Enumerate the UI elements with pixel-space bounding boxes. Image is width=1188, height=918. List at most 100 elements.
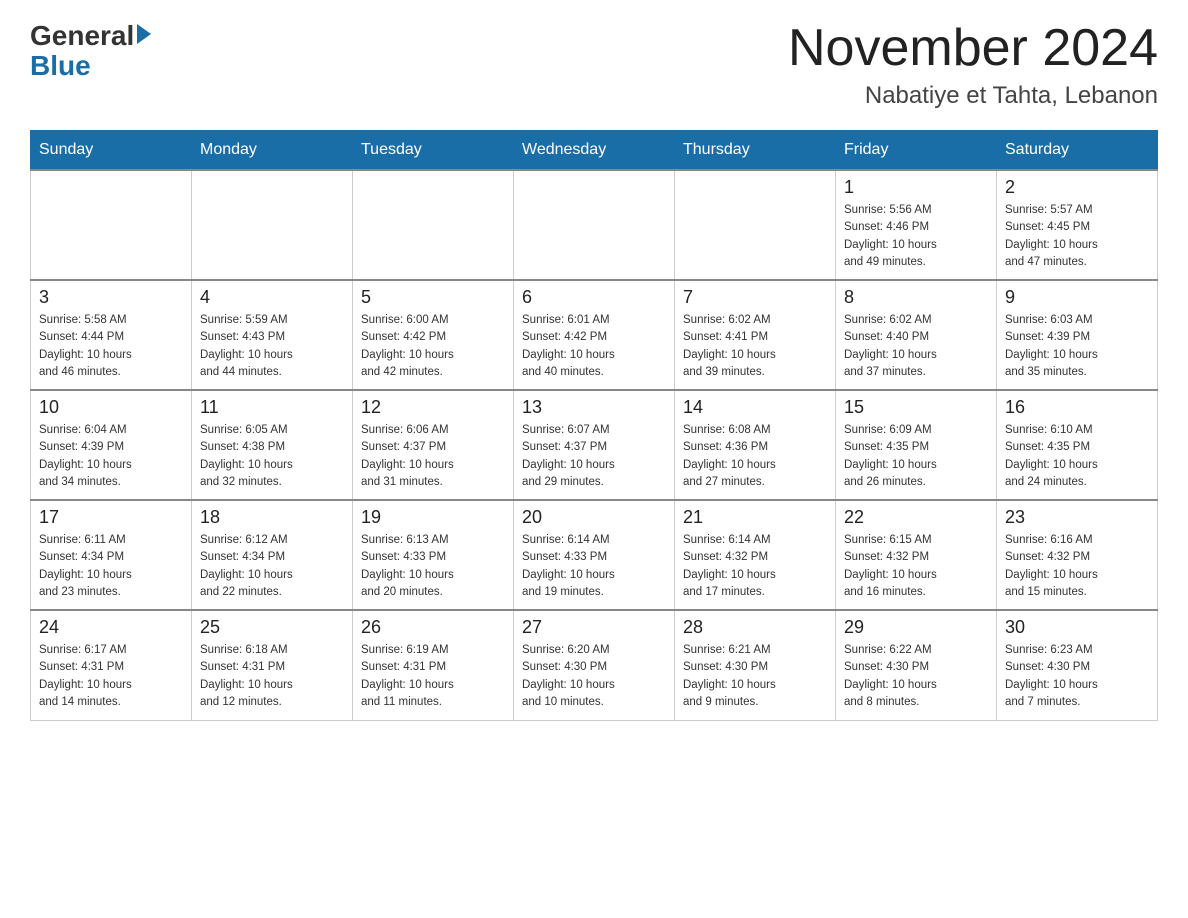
day-sun-info: Sunrise: 6:00 AM Sunset: 4:42 PM Dayligh… [361, 312, 505, 381]
page-header: General Blue November 2024 Nabatiye et T… [30, 20, 1158, 110]
calendar-cell: 21 Sunrise: 6:14 AM Sunset: 4:32 PM Dayli… [675, 500, 836, 610]
day-number: 15 [844, 397, 988, 418]
calendar-week-row: 24 Sunrise: 6:17 AM Sunset: 4:31 PM Dayli… [31, 610, 1158, 720]
calendar-cell [192, 170, 353, 280]
calendar-cell: 2 Sunrise: 5:57 AM Sunset: 4:45 PM Daylig… [997, 170, 1158, 280]
calendar-cell: 28 Sunrise: 6:21 AM Sunset: 4:30 PM Dayli… [675, 610, 836, 720]
day-number: 23 [1005, 507, 1149, 528]
calendar-cell [31, 170, 192, 280]
calendar-cell: 19 Sunrise: 6:13 AM Sunset: 4:33 PM Dayli… [353, 500, 514, 610]
calendar-cell: 9 Sunrise: 6:03 AM Sunset: 4:39 PM Daylig… [997, 280, 1158, 390]
calendar-week-row: 10 Sunrise: 6:04 AM Sunset: 4:39 PM Dayli… [31, 390, 1158, 500]
day-sun-info: Sunrise: 6:21 AM Sunset: 4:30 PM Dayligh… [683, 642, 827, 711]
day-number: 5 [361, 287, 505, 308]
main-title: November 2024 [788, 20, 1158, 77]
logo-arrow-icon [137, 24, 151, 44]
day-number: 8 [844, 287, 988, 308]
logo-general-text: General [30, 20, 134, 52]
day-sun-info: Sunrise: 6:19 AM Sunset: 4:31 PM Dayligh… [361, 642, 505, 711]
day-sun-info: Sunrise: 6:12 AM Sunset: 4:34 PM Dayligh… [200, 532, 344, 601]
day-of-week-header: Monday [192, 131, 353, 171]
day-sun-info: Sunrise: 6:15 AM Sunset: 4:32 PM Dayligh… [844, 532, 988, 601]
calendar-cell: 6Sunrise: 6:01 AM Sunset: 4:42 PM Daylig… [514, 280, 675, 390]
calendar-cell: 11 Sunrise: 6:05 AM Sunset: 4:38 PM Dayli… [192, 390, 353, 500]
calendar-cell: 5 Sunrise: 6:00 AM Sunset: 4:42 PM Daylig… [353, 280, 514, 390]
calendar-cell: 17 Sunrise: 6:11 AM Sunset: 4:34 PM Dayli… [31, 500, 192, 610]
calendar-cell: 1 Sunrise: 5:56 AM Sunset: 4:46 PM Daylig… [836, 170, 997, 280]
day-sun-info: Sunrise: 6:06 AM Sunset: 4:37 PM Dayligh… [361, 422, 505, 491]
day-number: 16 [1005, 397, 1149, 418]
day-number: 7 [683, 287, 827, 308]
logo-blue-text: Blue [30, 50, 91, 82]
day-sun-info: Sunrise: 5:57 AM Sunset: 4:45 PM Dayligh… [1005, 202, 1149, 271]
calendar-cell: 26Sunrise: 6:19 AM Sunset: 4:31 PM Dayli… [353, 610, 514, 720]
day-sun-info: Sunrise: 6:20 AM Sunset: 4:30 PM Dayligh… [522, 642, 666, 711]
day-number: 3 [39, 287, 183, 308]
day-number: 12 [361, 397, 505, 418]
day-number: 29 [844, 617, 988, 638]
calendar-cell: 22 Sunrise: 6:15 AM Sunset: 4:32 PM Dayli… [836, 500, 997, 610]
day-number: 24 [39, 617, 183, 638]
day-sun-info: Sunrise: 6:10 AM Sunset: 4:35 PM Dayligh… [1005, 422, 1149, 491]
day-sun-info: Sunrise: 6:01 AM Sunset: 4:42 PM Dayligh… [522, 312, 666, 381]
calendar-header-row: SundayMondayTuesdayWednesdayThursdayFrid… [31, 131, 1158, 171]
calendar-week-row: 3Sunrise: 5:58 AM Sunset: 4:44 PM Daylig… [31, 280, 1158, 390]
day-sun-info: Sunrise: 6:05 AM Sunset: 4:38 PM Dayligh… [200, 422, 344, 491]
calendar-cell: 13 Sunrise: 6:07 AM Sunset: 4:37 PM Dayli… [514, 390, 675, 500]
day-sun-info: Sunrise: 6:02 AM Sunset: 4:40 PM Dayligh… [844, 312, 988, 381]
calendar-cell: 20Sunrise: 6:14 AM Sunset: 4:33 PM Dayli… [514, 500, 675, 610]
day-sun-info: Sunrise: 6:16 AM Sunset: 4:32 PM Dayligh… [1005, 532, 1149, 601]
calendar-cell: 8 Sunrise: 6:02 AM Sunset: 4:40 PM Daylig… [836, 280, 997, 390]
day-number: 22 [844, 507, 988, 528]
day-sun-info: Sunrise: 6:08 AM Sunset: 4:36 PM Dayligh… [683, 422, 827, 491]
calendar-cell [675, 170, 836, 280]
day-sun-info: Sunrise: 5:56 AM Sunset: 4:46 PM Dayligh… [844, 202, 988, 271]
day-number: 21 [683, 507, 827, 528]
calendar-cell: 15Sunrise: 6:09 AM Sunset: 4:35 PM Dayli… [836, 390, 997, 500]
day-of-week-header: Thursday [675, 131, 836, 171]
day-number: 17 [39, 507, 183, 528]
day-sun-info: Sunrise: 6:02 AM Sunset: 4:41 PM Dayligh… [683, 312, 827, 381]
day-sun-info: Sunrise: 6:18 AM Sunset: 4:31 PM Dayligh… [200, 642, 344, 711]
day-number: 19 [361, 507, 505, 528]
calendar-cell: 16 Sunrise: 6:10 AM Sunset: 4:35 PM Dayli… [997, 390, 1158, 500]
day-sun-info: Sunrise: 6:22 AM Sunset: 4:30 PM Dayligh… [844, 642, 988, 711]
calendar-cell: 7 Sunrise: 6:02 AM Sunset: 4:41 PM Daylig… [675, 280, 836, 390]
day-number: 25 [200, 617, 344, 638]
day-number: 18 [200, 507, 344, 528]
day-sun-info: Sunrise: 6:07 AM Sunset: 4:37 PM Dayligh… [522, 422, 666, 491]
day-number: 2 [1005, 177, 1149, 198]
day-sun-info: Sunrise: 6:23 AM Sunset: 4:30 PM Dayligh… [1005, 642, 1149, 711]
calendar-week-row: 1 Sunrise: 5:56 AM Sunset: 4:46 PM Daylig… [31, 170, 1158, 280]
calendar-cell: 14 Sunrise: 6:08 AM Sunset: 4:36 PM Dayli… [675, 390, 836, 500]
day-sun-info: Sunrise: 6:04 AM Sunset: 4:39 PM Dayligh… [39, 422, 183, 491]
calendar-cell: 12 Sunrise: 6:06 AM Sunset: 4:37 PM Dayli… [353, 390, 514, 500]
day-of-week-header: Friday [836, 131, 997, 171]
day-of-week-header: Tuesday [353, 131, 514, 171]
day-sun-info: Sunrise: 6:11 AM Sunset: 4:34 PM Dayligh… [39, 532, 183, 601]
calendar-cell: 30 Sunrise: 6:23 AM Sunset: 4:30 PM Dayli… [997, 610, 1158, 720]
calendar-table: SundayMondayTuesdayWednesdayThursdayFrid… [30, 130, 1158, 721]
day-sun-info: Sunrise: 6:17 AM Sunset: 4:31 PM Dayligh… [39, 642, 183, 711]
day-number: 10 [39, 397, 183, 418]
day-of-week-header: Saturday [997, 131, 1158, 171]
day-of-week-header: Wednesday [514, 131, 675, 171]
day-sun-info: Sunrise: 6:13 AM Sunset: 4:33 PM Dayligh… [361, 532, 505, 601]
calendar-cell: 29 Sunrise: 6:22 AM Sunset: 4:30 PM Dayli… [836, 610, 997, 720]
calendar-cell [514, 170, 675, 280]
day-number: 9 [1005, 287, 1149, 308]
day-number: 13 [522, 397, 666, 418]
day-number: 11 [200, 397, 344, 418]
location-subtitle: Nabatiye et Tahta, Lebanon [788, 82, 1158, 110]
calendar-cell: 3Sunrise: 5:58 AM Sunset: 4:44 PM Daylig… [31, 280, 192, 390]
day-number: 28 [683, 617, 827, 638]
day-number: 14 [683, 397, 827, 418]
day-number: 30 [1005, 617, 1149, 638]
day-number: 1 [844, 177, 988, 198]
day-sun-info: Sunrise: 6:03 AM Sunset: 4:39 PM Dayligh… [1005, 312, 1149, 381]
calendar-cell: 18 Sunrise: 6:12 AM Sunset: 4:34 PM Dayli… [192, 500, 353, 610]
day-sun-info: Sunrise: 6:14 AM Sunset: 4:32 PM Dayligh… [683, 532, 827, 601]
calendar-cell: 10 Sunrise: 6:04 AM Sunset: 4:39 PM Dayli… [31, 390, 192, 500]
day-number: 20 [522, 507, 666, 528]
calendar-week-row: 17 Sunrise: 6:11 AM Sunset: 4:34 PM Dayli… [31, 500, 1158, 610]
